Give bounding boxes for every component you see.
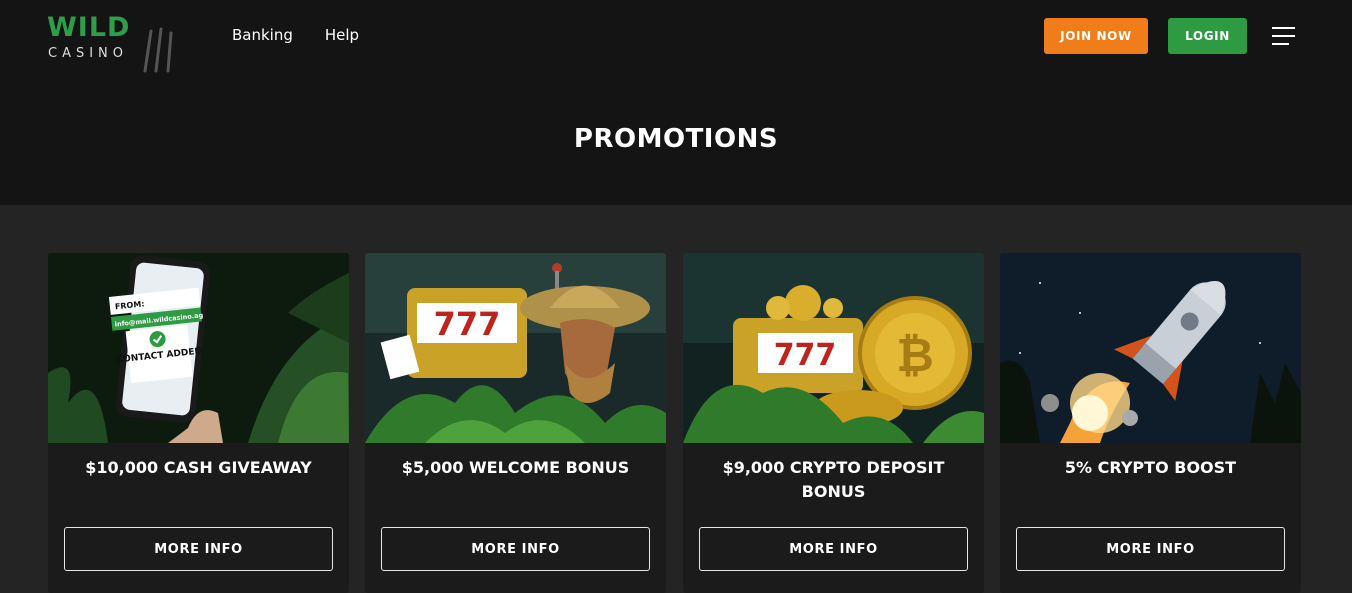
promo-title: $9,000 CRYPTO DEPOSIT BONUS — [722, 458, 945, 501]
page-title: PROMOTIONS — [573, 124, 779, 154]
logo-subtitle: CASINO — [48, 46, 129, 61]
hamburger-menu-icon[interactable] — [1272, 27, 1295, 45]
main-nav: Banking Help — [232, 25, 359, 45]
login-button[interactable]: LOGIN — [1168, 18, 1247, 54]
promo-card: 5% CRYPTO BOOST MORE INFO — [1000, 253, 1301, 593]
more-info-button[interactable]: MORE INFO — [699, 527, 968, 571]
wild-casino-logo[interactable]: WILD CASINO — [47, 13, 177, 75]
promo-image-crypto-deposit[interactable]: 777 ₿ — [683, 253, 984, 443]
nav-help[interactable]: Help — [325, 25, 359, 45]
join-now-button[interactable]: JOIN NOW — [1044, 18, 1148, 54]
promo-card: FROM: info@mail.wildcasino.ag CONTACT AD… — [48, 253, 349, 593]
more-info-button[interactable]: MORE INFO — [1016, 527, 1285, 571]
nav-banking[interactable]: Banking — [232, 25, 293, 45]
promo-title: $10,000 CASH GIVEAWAY — [85, 458, 312, 477]
svg-text:₿: ₿ — [896, 328, 934, 382]
promo-title: 5% CRYPTO BOOST — [1064, 458, 1237, 477]
slot-reels-text: 777 — [774, 338, 837, 373]
promo-image-welcome-bonus[interactable]: 777 — [365, 253, 666, 443]
promo-image-crypto-boost[interactable] — [1000, 253, 1301, 443]
logo-wordmark: WILD — [47, 12, 131, 43]
more-info-button[interactable]: MORE INFO — [64, 527, 333, 571]
promo-title: $5,000 WELCOME BONUS — [401, 458, 630, 477]
site-header: WILD CASINO Banking Help JOIN NOW LOGIN … — [0, 0, 1352, 205]
claw-marks-icon — [143, 27, 173, 73]
slot-reels-text: 777 — [434, 305, 501, 343]
more-info-button[interactable]: MORE INFO — [381, 527, 650, 571]
promo-image-cash-giveaway[interactable]: FROM: info@mail.wildcasino.ag CONTACT AD… — [48, 253, 349, 443]
promo-card: 777 $5,000 WELCOME BONUS MORE INFO — [365, 253, 666, 593]
promo-card: 777 ₿ $9,000 CRYPTO DEPOSIT BONUS MORE I… — [683, 253, 984, 593]
